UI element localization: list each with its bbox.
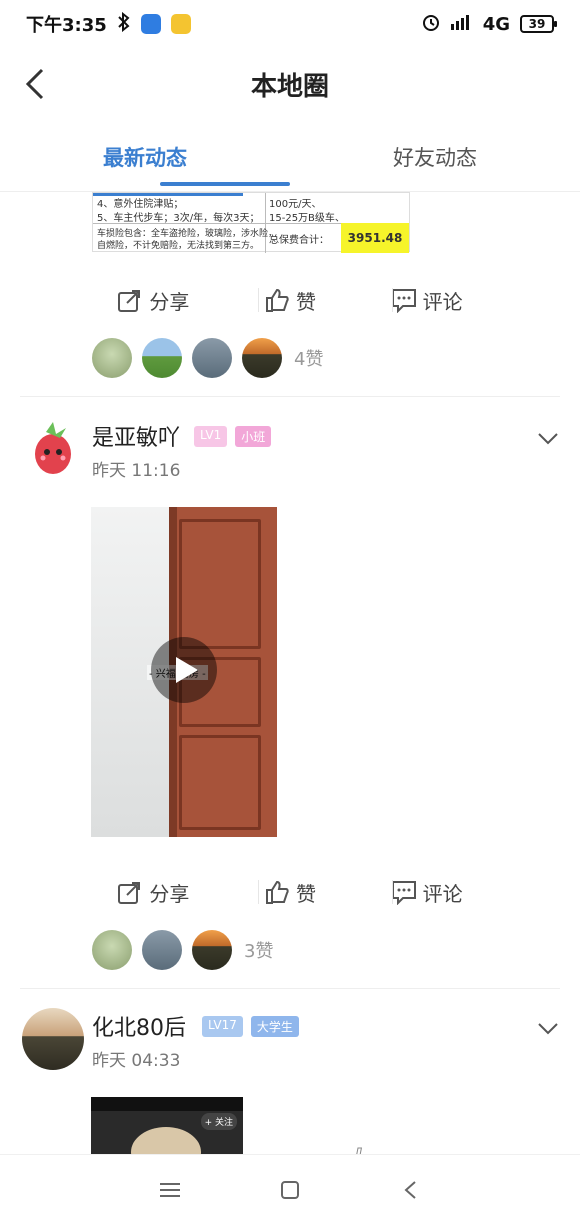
avatar[interactable] <box>22 1008 84 1070</box>
like-label: 赞 <box>295 881 316 906</box>
share-label: 分享 <box>149 881 190 906</box>
comment-label: 评论 <box>422 289 463 314</box>
avatar[interactable] <box>192 930 232 970</box>
status-right: 4G 39 <box>421 12 557 37</box>
battery-icon: 39 <box>520 15 557 33</box>
title-bar: 本地圈 <box>0 48 580 120</box>
post-image-insurance-table[interactable]: 4、意外住院津贴； 5、车主代步车；3次/年，每次3天； 车损险包含：全车盗抢险… <box>92 192 410 253</box>
table-total-label: 总保费合计： <box>269 235 329 246</box>
table-row: 自燃险，不计免赔险，无法找到第三方。 <box>97 241 260 251</box>
username[interactable]: 是亚敏吖 <box>92 420 180 452</box>
post-actions: 分享 赞 评论 <box>0 280 580 320</box>
signal-icon <box>450 14 473 35</box>
home-square-icon <box>281 1180 299 1199</box>
chevron-down-icon <box>538 1023 558 1035</box>
system-back-button[interactable] <box>395 1175 425 1205</box>
tag-badge: 大学生 <box>250 1016 299 1037</box>
thumb-image <box>131 1127 201 1154</box>
chevron-left-icon <box>25 68 44 100</box>
level-badge: LV1 <box>194 426 228 447</box>
status-left: 下午3:35 <box>26 11 191 37</box>
avatar[interactable] <box>92 930 132 970</box>
avatar[interactable] <box>142 338 182 378</box>
table-cell: 15-25万B级车、 <box>269 213 345 224</box>
tag-badge: 小班 <box>235 426 272 447</box>
post-actions: 分享 赞 评论 <box>0 872 580 912</box>
bluetooth-icon <box>117 11 131 37</box>
home-button[interactable] <box>275 1175 305 1205</box>
share-button[interactable]: 分享 <box>117 878 189 907</box>
app-badge-blue-icon <box>140 14 161 34</box>
comment-button[interactable]: 评论 <box>391 286 463 315</box>
status-bar: 下午3:35 4G 39 <box>0 0 580 48</box>
back-triangle-icon <box>404 1180 416 1199</box>
user-badges: LV1 小班 <box>194 426 272 447</box>
share-label: 分享 <box>149 289 190 314</box>
play-icon <box>176 657 198 683</box>
share-button[interactable]: 分享 <box>117 286 189 315</box>
post-header: 是亚敏吖 LV1 小班 昨天 11:16 <box>0 418 580 498</box>
network-type: 4G <box>482 13 510 35</box>
more-button[interactable] <box>536 426 560 450</box>
action-divider <box>258 880 259 904</box>
thumb-status-bar <box>91 1097 243 1111</box>
pitaya-mascot-icon <box>35 422 71 474</box>
alarm-icon <box>421 12 441 37</box>
more-button[interactable] <box>536 1016 560 1040</box>
feed[interactable]: 4、意外住院津贴； 5、车主代步车；3次/年，每次3天； 车损险包含：全车盗抢险… <box>0 192 580 1154</box>
weibo-icon <box>170 14 191 34</box>
system-nav-bar <box>0 1154 580 1224</box>
action-divider <box>258 288 259 312</box>
page-title: 本地圈 <box>250 71 329 102</box>
share-icon <box>118 290 141 312</box>
tab-friends[interactable]: 好友动态 <box>290 130 580 191</box>
like-button[interactable]: 赞 <box>264 286 316 315</box>
likes-row: 4赞 <box>92 338 323 378</box>
avatar[interactable] <box>22 418 84 480</box>
chevron-down-icon <box>538 433 558 445</box>
level-badge: LV17 <box>202 1016 243 1037</box>
door-panel <box>179 735 261 830</box>
divider <box>20 988 560 989</box>
post-time: 昨天 11:16 <box>92 461 181 481</box>
action-divider <box>392 880 393 904</box>
thumbs-up-icon <box>265 288 289 312</box>
tab-indicator <box>160 182 290 186</box>
table-total-value: 3951.48 <box>341 223 409 253</box>
post-video[interactable]: - 兴福 落房 - <box>91 507 277 837</box>
thumb-follow-button: + 关注 <box>200 1113 237 1130</box>
avatar[interactable] <box>242 338 282 378</box>
thumbs-up-icon <box>265 880 289 904</box>
like-label: 赞 <box>295 289 316 314</box>
avatar[interactable] <box>192 338 232 378</box>
tab-bar: 最新动态 好友动态 <box>0 130 580 192</box>
avatar[interactable] <box>142 930 182 970</box>
comment-icon <box>391 289 416 313</box>
comment-label: 评论 <box>422 881 463 906</box>
table-cell: 100元/天、 <box>269 199 322 210</box>
back-button[interactable] <box>20 66 56 102</box>
menu-button[interactable] <box>155 1175 185 1205</box>
divider <box>20 396 560 397</box>
comment-button[interactable]: 评论 <box>391 878 463 907</box>
avatar[interactable] <box>92 338 132 378</box>
comment-icon <box>391 881 416 905</box>
status-time: 下午3:35 <box>26 15 107 36</box>
post-time: 昨天 04:33 <box>92 1051 181 1071</box>
door-panel <box>179 519 261 649</box>
action-divider <box>392 288 393 312</box>
likes-row: 3赞 <box>92 930 273 970</box>
like-button[interactable]: 赞 <box>264 878 316 907</box>
table-row: 5、车主代步车；3次/年，每次3天； <box>97 213 260 224</box>
like-count: 4赞 <box>294 349 324 370</box>
user-badges: LV17 大学生 <box>202 1016 299 1037</box>
table-row: 4、意外住院津贴； <box>97 199 184 210</box>
share-icon <box>118 882 141 904</box>
username[interactable]: 化北80后 <box>92 1010 186 1042</box>
post-header: 化北80后 LV17 大学生 昨天 04:33 <box>0 1008 580 1088</box>
post-image-screenshot[interactable]: + 关注 <box>91 1097 243 1154</box>
like-count: 3赞 <box>244 941 274 962</box>
play-button[interactable] <box>151 637 217 703</box>
menu-icon <box>160 1182 180 1197</box>
